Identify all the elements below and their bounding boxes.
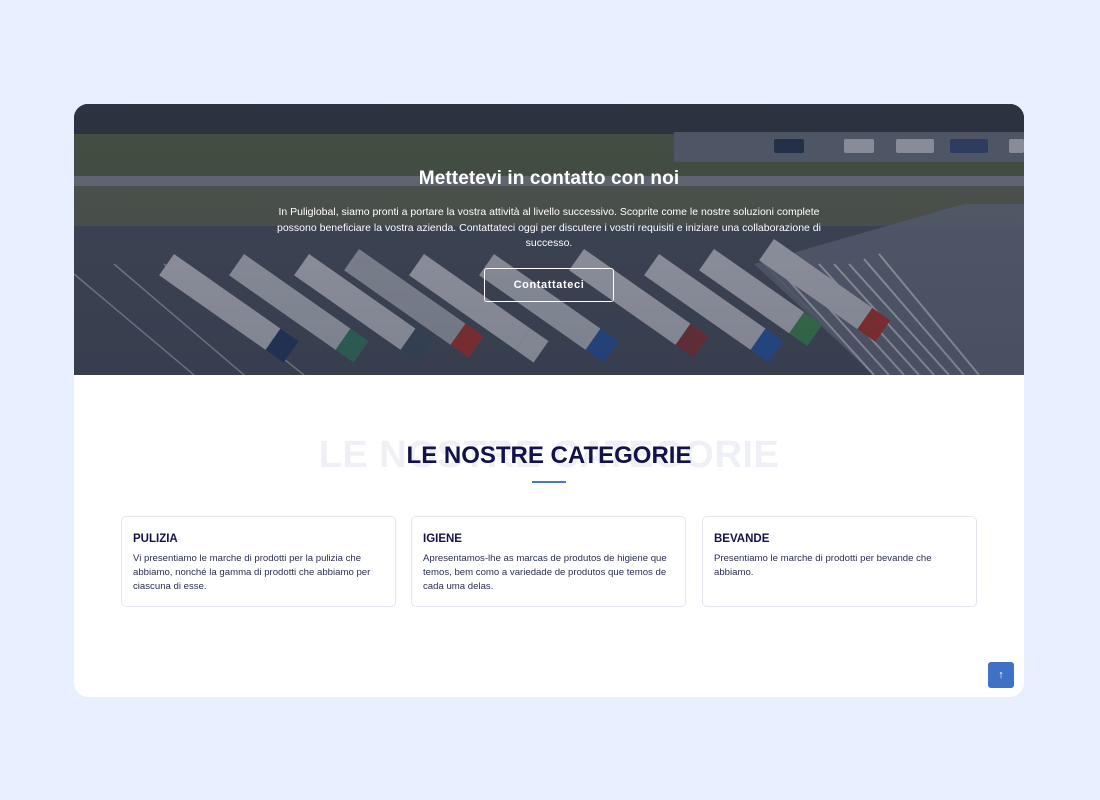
hero-content: Mettetevi in contatto con noi In Puliglo… <box>74 104 1024 375</box>
category-title: IGIENE <box>423 533 462 545</box>
contact-hero-banner: Mettetevi in contatto con noi In Puliglo… <box>74 104 1024 375</box>
scroll-to-top-button[interactable]: ↑ <box>988 662 1014 688</box>
title-underline <box>532 481 566 483</box>
category-title: BEVANDE <box>714 533 770 545</box>
hero-description: In Puliglobal, siamo pronti a portare la… <box>277 206 821 249</box>
category-card-pulizia[interactable]: PULIZIA Vi presentiamo le marche di prod… <box>121 516 396 607</box>
category-description: Presentiamo le marche di prodotti per be… <box>714 553 932 578</box>
category-card-bevande[interactable]: BEVANDE Presentiamo le marche di prodott… <box>702 516 977 607</box>
category-description: Apresentamos-lhe as marcas de produtos d… <box>423 553 667 592</box>
arrow-up-icon: ↑ <box>998 669 1004 681</box>
category-description: Vi presentiamo le marche di prodotti per… <box>133 553 371 592</box>
content-card: Mettetevi in contatto con noi In Puliglo… <box>74 104 1024 697</box>
contact-button[interactable]: Contattateci <box>484 268 614 302</box>
section-title: LE NOSTRE CATEGORIE <box>406 442 692 469</box>
category-card-igiene[interactable]: IGIENE Apresentamos-lhe as marcas de pro… <box>411 516 686 607</box>
hero-title: Mettetevi in contatto con noi <box>418 168 680 189</box>
category-title: PULIZIA <box>133 533 178 545</box>
